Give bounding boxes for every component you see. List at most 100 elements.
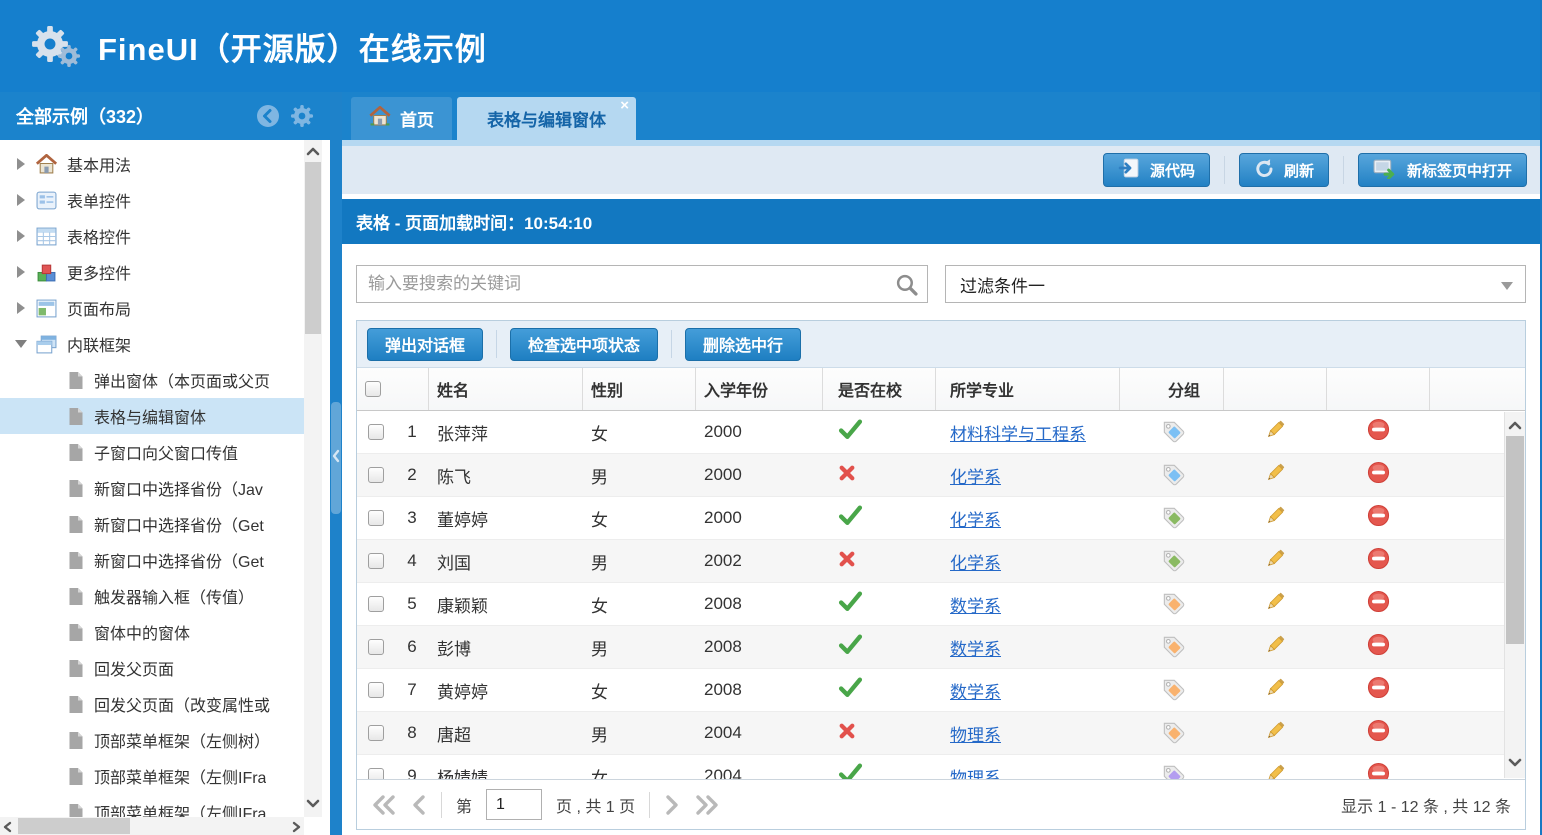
check-selected-button[interactable]: 检查选中项状态: [510, 328, 658, 361]
sidebar-item[interactable]: 顶部菜单框架（左侧IFra: [0, 794, 304, 817]
tree-expand-arrow-icon[interactable]: [14, 301, 28, 315]
column-header-name[interactable]: 姓名: [429, 368, 583, 410]
sidebar-collapse-icon[interactable]: [256, 104, 280, 128]
sidebar-item[interactable]: 新窗口中选择省份（Jav: [0, 470, 304, 506]
tab-home[interactable]: 首页: [351, 97, 452, 140]
major-link[interactable]: 数学系: [950, 635, 1001, 660]
search-input[interactable]: [356, 265, 928, 303]
select-all-checkbox[interactable]: [365, 381, 381, 397]
sidebar-item[interactable]: 触发器输入框（传值）: [0, 578, 304, 614]
scroll-up-icon[interactable]: [306, 143, 320, 161]
edit-pencil-icon[interactable]: [1263, 761, 1288, 779]
delete-icon[interactable]: [1367, 461, 1390, 489]
sidebar-item[interactable]: 弹出窗体（本页面或父页: [0, 362, 304, 398]
scrollbar-thumb[interactable]: [305, 162, 321, 334]
sidebar-item[interactable]: 新窗口中选择省份（Get: [0, 542, 304, 578]
tag-icon[interactable]: [1159, 718, 1185, 749]
edit-pencil-icon[interactable]: [1263, 546, 1288, 576]
row-checkbox[interactable]: [368, 467, 384, 483]
tag-icon[interactable]: [1159, 675, 1185, 706]
major-link[interactable]: 物理系: [950, 764, 1001, 780]
tag-icon[interactable]: [1159, 632, 1185, 663]
sidebar-item[interactable]: 页面布局: [0, 290, 304, 326]
sidebar-item[interactable]: 新窗口中选择省份（Get: [0, 506, 304, 542]
row-checkbox[interactable]: [368, 768, 384, 779]
edit-pencil-icon[interactable]: [1263, 675, 1288, 705]
toolbar-button-refresh[interactable]: 刷新: [1239, 153, 1329, 187]
sidebar-horizontal-scrollbar[interactable]: [0, 817, 304, 835]
sidebar-item[interactable]: 回发父页面（改变属性或: [0, 686, 304, 722]
sidebar-settings-icon[interactable]: [290, 104, 314, 128]
tag-icon[interactable]: [1159, 589, 1185, 620]
tree-expand-arrow-icon[interactable]: [14, 265, 28, 279]
delete-icon[interactable]: [1367, 719, 1390, 747]
tree-expand-arrow-icon[interactable]: [14, 193, 28, 207]
tag-icon[interactable]: [1159, 761, 1185, 780]
major-link[interactable]: 化学系: [950, 463, 1001, 488]
pagination-page-input[interactable]: [486, 789, 542, 820]
major-link[interactable]: 化学系: [950, 549, 1001, 574]
column-header-major[interactable]: 所学专业: [936, 368, 1120, 410]
sidebar-item[interactable]: 顶部菜单框架（左侧IFra: [0, 758, 304, 794]
scrollbar-thumb[interactable]: [1506, 436, 1524, 644]
search-icon[interactable]: [895, 273, 918, 301]
tag-icon[interactable]: [1159, 460, 1185, 491]
pagination-next-button[interactable]: [664, 794, 680, 816]
delete-icon[interactable]: [1367, 504, 1390, 532]
edit-pencil-icon[interactable]: [1263, 718, 1288, 748]
tag-icon[interactable]: [1159, 417, 1185, 448]
toolbar-button-source-code[interactable]: 源代码: [1103, 153, 1210, 187]
sidebar-item[interactable]: 顶部菜单框架（左侧树）: [0, 722, 304, 758]
tab-close-icon[interactable]: ×: [620, 98, 629, 114]
major-link[interactable]: 数学系: [950, 678, 1001, 703]
tree-expand-arrow-icon[interactable]: [14, 157, 28, 171]
delete-icon[interactable]: [1367, 676, 1390, 704]
scroll-right-icon[interactable]: [292, 820, 302, 835]
open-dialog-button[interactable]: 弹出对话框: [367, 328, 483, 361]
delete-icon[interactable]: [1367, 590, 1390, 618]
delete-selected-button[interactable]: 删除选中行: [685, 328, 801, 361]
toolbar-button-open-new-tab[interactable]: 新标签页中打开: [1358, 153, 1527, 187]
pagination-prev-button[interactable]: [411, 794, 427, 816]
major-link[interactable]: 物理系: [950, 721, 1001, 746]
sidebar-item[interactable]: 回发父页面: [0, 650, 304, 686]
tag-icon[interactable]: [1159, 546, 1185, 577]
column-header-group[interactable]: 分组: [1120, 368, 1224, 410]
row-checkbox[interactable]: [368, 596, 384, 612]
sidebar-item[interactable]: 表格与编辑窗体: [0, 398, 304, 434]
column-header-year[interactable]: 入学年份: [696, 368, 823, 410]
delete-icon[interactable]: [1367, 547, 1390, 575]
splitter-handle[interactable]: [331, 402, 341, 514]
delete-icon[interactable]: [1367, 418, 1390, 446]
grid-vertical-scrollbar[interactable]: [1504, 412, 1525, 778]
edit-pencil-icon[interactable]: [1263, 460, 1288, 490]
column-header-enrolled[interactable]: 是否在校: [823, 368, 936, 410]
scroll-up-icon[interactable]: [1508, 417, 1522, 435]
major-link[interactable]: 数学系: [950, 592, 1001, 617]
sidebar-item[interactable]: 窗体中的窗体: [0, 614, 304, 650]
row-checkbox[interactable]: [368, 510, 384, 526]
sidebar-item[interactable]: 表格控件: [0, 218, 304, 254]
tree-expand-arrow-icon[interactable]: [14, 229, 28, 243]
sidebar-splitter[interactable]: [330, 92, 342, 835]
delete-icon[interactable]: [1367, 633, 1390, 661]
edit-pencil-icon[interactable]: [1263, 417, 1288, 447]
scroll-left-icon[interactable]: [2, 820, 12, 835]
sidebar-item[interactable]: 更多控件: [0, 254, 304, 290]
row-checkbox[interactable]: [368, 424, 384, 440]
scroll-down-icon[interactable]: [1508, 755, 1522, 773]
sidebar-item[interactable]: 子窗口向父窗口传值: [0, 434, 304, 470]
sidebar-vertical-scrollbar[interactable]: [304, 140, 322, 817]
sidebar-item[interactable]: 表单控件: [0, 182, 304, 218]
row-checkbox[interactable]: [368, 553, 384, 569]
sidebar-item[interactable]: 内联框架: [0, 326, 304, 362]
tag-icon[interactable]: [1159, 503, 1185, 534]
edit-pencil-icon[interactable]: [1263, 503, 1288, 533]
row-checkbox[interactable]: [368, 725, 384, 741]
scroll-down-icon[interactable]: [306, 796, 320, 814]
pagination-last-button[interactable]: [694, 794, 720, 816]
sidebar-item[interactable]: 基本用法: [0, 146, 304, 182]
row-checkbox[interactable]: [368, 639, 384, 655]
delete-icon[interactable]: [1367, 762, 1390, 779]
scrollbar-thumb[interactable]: [18, 818, 130, 834]
